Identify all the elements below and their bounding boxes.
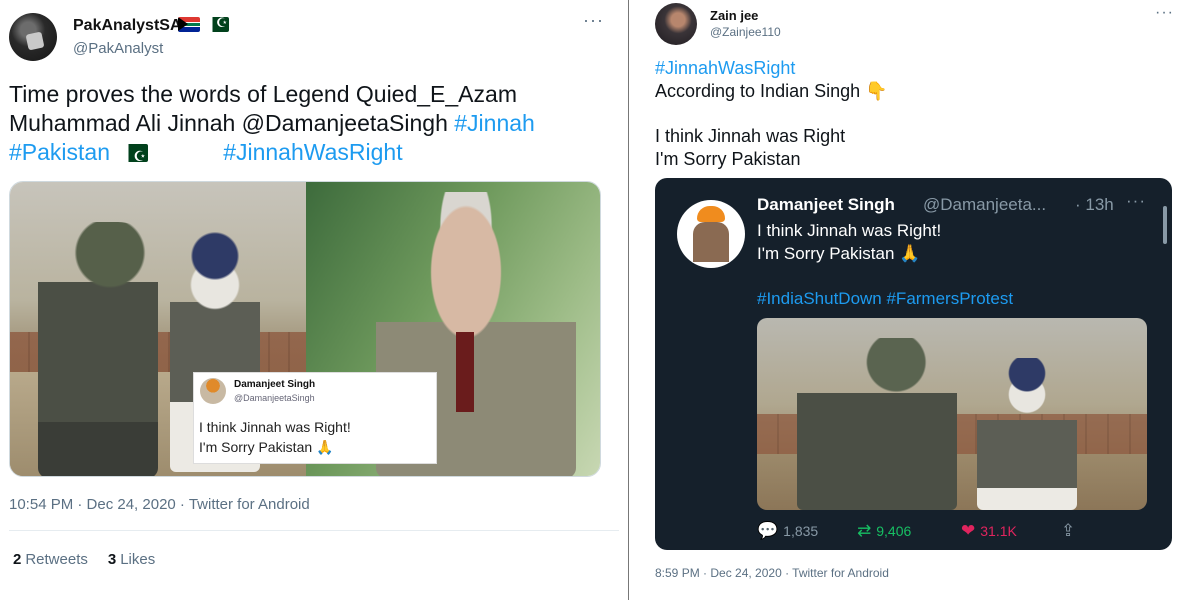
embedded-author-handle: @DamanjeetaSingh	[234, 393, 315, 403]
hashtag-jinnah[interactable]: #Jinnah	[454, 110, 535, 136]
action-bar: 💬 1,835 ⇄ 9,406 ❤ 31.1K ⇪	[757, 520, 1147, 542]
retweet-action: ⇄ 9,406	[857, 522, 911, 539]
retweet-icon: ⇄	[857, 521, 872, 540]
retweets-label: Retweets	[25, 551, 88, 568]
tweet-line-1: According to Indian Singh 👇	[655, 81, 888, 101]
reply-action: 💬 1,835	[757, 522, 818, 539]
reply-icon: 💬	[757, 521, 779, 540]
farmer-figure	[977, 358, 1077, 510]
hashtag-jinnahwasright[interactable]: #JinnahWasRight	[655, 57, 1175, 80]
retweets-stat[interactable]: 2 Retweets	[13, 551, 88, 568]
author-handle[interactable]: @PakAnalyst	[73, 40, 163, 57]
avatar[interactable]	[655, 3, 697, 45]
quoted-hashtags: #IndiaShutDown #FarmersProtest	[757, 289, 1014, 308]
tweet-body: Time proves the words of Legend Quied_E_…	[9, 81, 517, 136]
more-options-icon: ···	[1126, 191, 1146, 210]
more-options-icon[interactable]: ···	[583, 10, 604, 31]
tweet-timestamp[interactable]: 8:59 PM · Dec 24, 2020 · Twitter for And…	[655, 566, 889, 580]
flags	[178, 17, 229, 32]
retweet-count: 9,406	[876, 522, 912, 539]
quoted-author-name: Damanjeet Singh	[757, 195, 895, 214]
quoted-tweet-screenshot[interactable]: Damanjeet Singh @Damanjeeta... · 13h ···…	[655, 178, 1172, 550]
likes-count: 3	[107, 551, 117, 568]
tweet-timestamp[interactable]: 10:54 PM · Dec 24, 2020 · Twitter for An…	[9, 496, 310, 513]
tweet-text: Time proves the words of Legend Quied_E_…	[9, 80, 609, 171]
likes-stat[interactable]: 3 Likes	[108, 551, 155, 568]
retweets-count: 2	[13, 551, 22, 568]
soldier-figure	[38, 222, 158, 476]
author-handle[interactable]: @Zainjee110	[710, 25, 781, 39]
author-name[interactable]: Zain jee	[710, 8, 758, 23]
quoted-text-line-1: I think Jinnah was Right!	[757, 221, 942, 240]
engagement-stats: 2 Retweets 3 Likes	[13, 551, 155, 568]
scrollbar	[1163, 206, 1167, 244]
reply-count: 1,835	[783, 522, 819, 539]
pakistan-flag-icon	[207, 17, 229, 32]
heart-icon: ❤	[961, 521, 976, 540]
south-africa-flag-icon	[178, 17, 200, 32]
divider	[628, 0, 629, 600]
author-name[interactable]: PakAnalystSA	[73, 17, 182, 35]
hashtag-jinnahwasright[interactable]: #JinnahWasRight	[223, 139, 402, 165]
more-options-icon[interactable]: ···	[1155, 4, 1174, 22]
like-action: ❤ 31.1K	[961, 522, 1017, 539]
likes-label: Likes	[120, 551, 156, 568]
avatar	[200, 378, 226, 404]
embedded-text-line-1: I think Jinnah was Right!	[199, 419, 351, 435]
quoted-time: · 13h	[1075, 195, 1114, 214]
tweet-line-3: I'm Sorry Pakistan	[655, 149, 801, 169]
tweet-line-2: I think Jinnah was Right	[655, 126, 846, 146]
like-count: 31.1K	[980, 522, 1017, 539]
avatar	[677, 200, 745, 268]
soldier-figure	[797, 338, 957, 510]
hashtag-pakistan[interactable]: #Pakistan	[9, 139, 110, 165]
quoted-author-handle: @Damanjeeta...	[923, 195, 1047, 214]
tie	[456, 332, 474, 412]
quoted-text-line-2: I'm Sorry Pakistan 🙏	[757, 244, 921, 263]
avatar[interactable]	[9, 13, 57, 61]
pakistan-flag-icon	[122, 142, 149, 171]
left-tweet: PakAnalystSA @PakAnalyst ··· Time proves…	[0, 0, 628, 600]
tweet-text: #JinnahWasRight According to Indian Sing…	[655, 57, 1175, 171]
protest-photo	[757, 318, 1147, 510]
share-icon: ⇪	[1061, 521, 1076, 540]
divider	[9, 530, 619, 531]
share-action: ⇪	[1061, 522, 1075, 539]
embedded-text-line-2: I'm Sorry Pakistan 🙏	[199, 439, 334, 455]
embedded-author-name: Damanjeet Singh	[234, 379, 316, 390]
embedded-tweet-card: Damanjeet Singh @DamanjeetaSingh I think…	[193, 372, 437, 464]
tweet-image[interactable]: Damanjeet Singh @DamanjeetaSingh I think…	[9, 181, 601, 477]
